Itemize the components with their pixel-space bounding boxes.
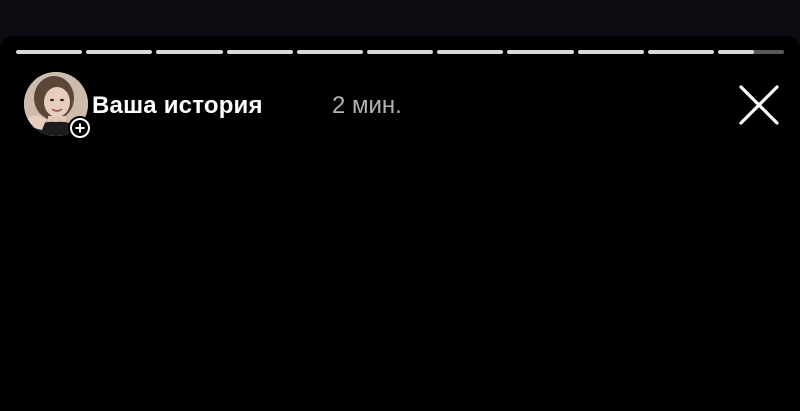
progress-segment [226,50,293,54]
close-button[interactable] [736,82,782,128]
add-story-button[interactable] [68,116,92,140]
progress-segment-fill [647,50,714,54]
progress-segment-fill [156,50,223,54]
progress-segment-fill [296,50,363,54]
progress-segment [437,50,504,54]
story-timestamp: 2 мин. [332,92,402,119]
progress-segment-fill [366,50,434,54]
progress-segment-fill [86,50,153,54]
progress-segment [717,50,785,54]
progress-segment-fill [577,50,644,54]
progress-segment-fill [226,50,293,54]
progress-segment [16,50,83,54]
story-title: Ваша история [92,92,263,119]
progress-segment [366,50,434,54]
story-panel[interactable]: Ваша история 2 мин. [0,36,800,411]
progress-segment [507,50,574,54]
avatar-container[interactable] [24,72,92,140]
add-story-icon [70,118,90,138]
progress-segment [156,50,223,54]
story-viewer-screen: Ваша история 2 мин. [0,0,800,411]
progress-segment [86,50,153,54]
progress-segment [577,50,644,54]
progress-segment-fill [16,50,83,54]
story-progress-bar [16,50,785,54]
progress-segment-fill [437,50,504,54]
progress-segment [296,50,363,54]
close-icon [739,85,779,125]
progress-segment-fill [507,50,574,54]
progress-segment-fill [717,50,755,54]
progress-segment [647,50,714,54]
